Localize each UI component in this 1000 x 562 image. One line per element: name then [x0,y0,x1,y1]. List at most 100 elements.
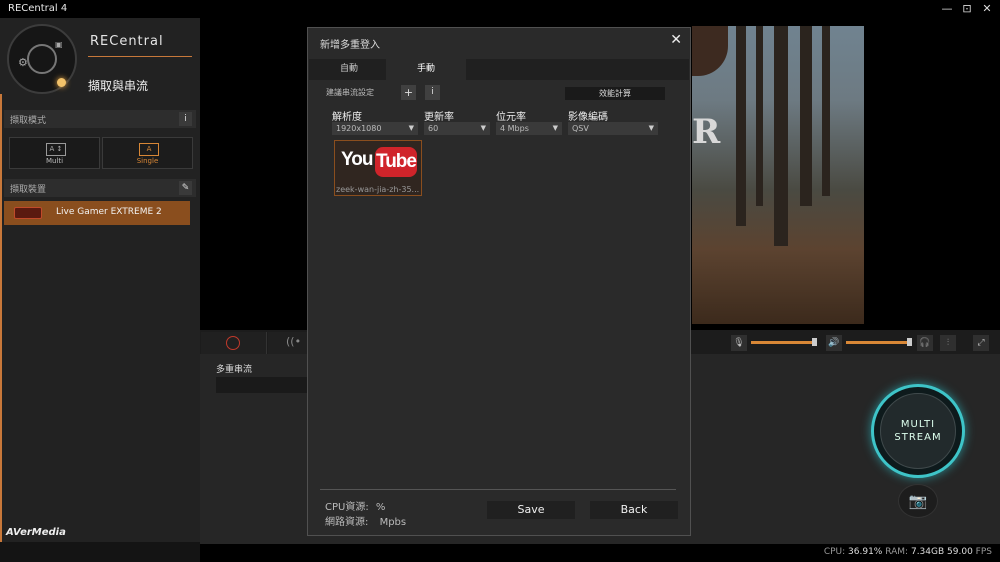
accent-line [0,94,2,542]
performance-calc-button[interactable]: 效能計算 [565,87,665,100]
chevron-down-icon: ▼ [648,124,654,132]
single-mode-icon: A [139,143,159,156]
close-window-button[interactable]: ✕ [980,2,994,16]
stream-tab[interactable]: ((• [268,332,308,354]
youtube-logo-tube: Tube [375,147,417,177]
capture-mode-multi[interactable]: A ↕ Multi [9,137,100,169]
dialog-tabs: 自動 手動 [309,59,689,80]
info-button[interactable]: i [179,112,192,126]
resolution-value: 1920x1080 [336,124,382,133]
capture-mode-label: Single [136,157,159,165]
capture-card-icon [14,207,42,219]
mixer-icon[interactable]: ⫶ [940,335,956,351]
multi-stream-button[interactable]: MULTI STREAM [871,384,965,478]
capture-mode-label: Multi [45,157,64,165]
title-bar: RECentral 4 — ⊡ ✕ [0,0,1000,18]
speaker-volume-slider[interactable] [846,341,910,344]
framerate-value: 60 [428,124,439,133]
add-multistream-dialog: 新增多重登入 ✕ 自動 手動 建議串流設定 + i 效能計算 解析度 更新率 位… [307,27,691,536]
network-resource-unit: Mpbs [379,517,407,528]
edit-icon[interactable]: ✎ [179,181,192,195]
briefcase-icon: ▣ [55,40,63,49]
record-tab[interactable] [201,332,267,354]
capture-mode-title: 擷取模式 [10,116,47,126]
sidebar: ⚙ ▣ RECentral 擷取與串流 擷取模式 i A ↕ Multi A S… [0,18,200,562]
fps-label: FPS [975,547,992,557]
info-button[interactable]: i [425,85,440,100]
resolution-select[interactable]: 1920x1080 ▼ [332,122,418,135]
avermedia-logo: AVerMedia [6,527,66,538]
multistream-select[interactable] [216,377,310,393]
channel-name: zeek-wan-jia-zh-35... [336,185,420,194]
microphone-icon[interactable]: 🎙 [731,335,747,351]
foliage [692,26,728,76]
multi-stream-label-1: MULTI [900,419,936,430]
encoder-header: 影像編碼 [568,112,608,123]
minimize-button[interactable]: — [940,2,954,16]
sidebar-footer [0,542,200,562]
device-item[interactable]: Live Gamer EXTREME 2 [4,201,190,225]
network-resource-label: 網路資源: [325,517,369,528]
tab-manual[interactable]: 手動 [386,59,466,80]
add-button[interactable]: + [401,85,416,100]
camera-icon: 📷 [908,492,928,510]
snapshot-button[interactable]: 📷 [898,484,938,518]
headphone-icon[interactable]: 🎧 [917,335,933,351]
spiral-icon [27,44,57,74]
fullscreen-icon[interactable]: ⤢ [973,335,989,351]
tree-trunk [756,26,763,206]
status-bar: CPU: 36.91% RAM: 7.34GB 59.00 FPS [200,544,1000,562]
speaker-icon[interactable]: 🔊 [826,335,842,351]
speaker-volume-knob[interactable] [907,338,912,346]
cpu-label: CPU: [823,547,846,557]
close-icon[interactable]: ✕ [670,32,682,48]
multi-stream-label-2: STREAM [894,432,942,443]
brand-divider [88,56,192,57]
back-button[interactable]: Back [590,501,678,519]
ram-value: 7.34GB [910,547,945,557]
mic-volume-knob[interactable] [812,338,817,346]
cpu-resource: CPU資源: % [325,498,385,513]
cpu-resource-unit: % [375,502,386,513]
cpu-resource-label: CPU資源: [325,502,369,513]
tab-auto[interactable]: 自動 [309,59,389,80]
multistream-label: 多重串流 [216,365,253,375]
chevron-down-icon: ▼ [552,124,558,132]
cpu-value: 36.91% [848,547,883,557]
current-mode-label: 擷取與串流 [88,79,149,93]
broadcast-icon: ((• [286,335,302,348]
tree-trunk [800,26,812,206]
platform-card-youtube[interactable]: You Tube zeek-wan-jia-zh-35... [334,140,422,196]
system-stats: CPU: 36.91% RAM: 7.34GB 59.00 FPS [824,547,992,557]
record-icon [226,336,240,350]
window-title: RECentral 4 [8,3,68,14]
mode-dial[interactable]: ⚙ ▣ [7,24,77,94]
device-name: Live Gamer EXTREME 2 [56,207,162,217]
framerate-select[interactable]: 60 ▼ [424,122,490,135]
network-resource: 網路資源: Mpbs [325,513,406,528]
multi-mode-icon: A ↕ [46,143,66,156]
brand-logo: RECentral [90,34,164,49]
tree-trunk [774,26,788,246]
resolution-header: 解析度 [332,112,362,123]
dialog-title: 新增多重登入 [320,40,380,51]
capture-device-header: 擷取裝置 ✎ [4,179,196,197]
encoder-select[interactable]: QSV ▼ [568,122,658,135]
bitrate-select[interactable]: 4 Mbps ▼ [496,122,562,135]
tree-trunk [822,26,830,196]
multi-stream-ring [880,393,956,469]
fps-value: 59.00 [947,547,973,557]
capture-device-title: 擷取裝置 [10,185,47,195]
dialog-divider [320,489,676,490]
restore-button[interactable]: ⊡ [960,2,974,16]
mic-volume-slider[interactable] [751,341,815,344]
save-button[interactable]: Save [487,501,575,519]
ram-label: RAM: [885,547,909,557]
capture-mode-header: 擷取模式 i [4,110,196,128]
video-preview: R [692,26,864,324]
capture-mode-single[interactable]: A Single [102,137,193,169]
tree-trunk [736,26,746,226]
chevron-down-icon: ▼ [408,124,414,132]
bitrate-header: 位元率 [496,112,526,123]
framerate-header: 更新率 [424,112,454,123]
